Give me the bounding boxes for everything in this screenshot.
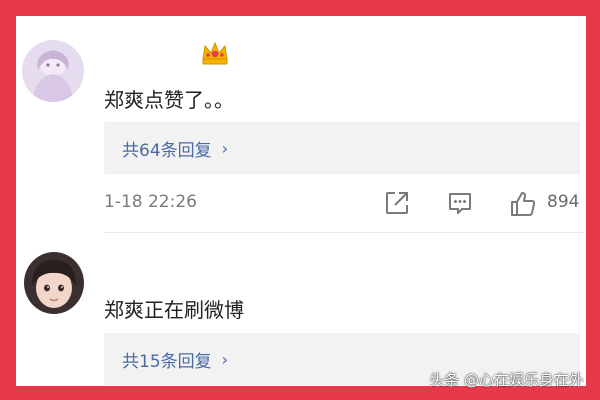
share-icon[interactable] [384,190,410,216]
avatar[interactable] [24,252,84,314]
cropped-toolbar-strip [380,0,520,4]
comment-text: 郑爽点赞了。。 [104,88,234,112]
replies-count-label: 共15条回复 [122,351,212,372]
like-count: 894 [547,192,580,212]
watermark: 头条 @心在娱乐身在外 [429,371,584,389]
comment-text: 郑爽正在刷微博 [104,298,244,322]
view-replies-button[interactable]: 共64条回复 › [104,122,580,174]
chevron-right-icon: › [221,349,229,369]
comment-meta-row: 1-18 22:26 894 [104,190,580,218]
comment-icon[interactable] [447,190,473,216]
timestamp: 1-18 22:26 [104,192,197,212]
replies-count-label: 共64条回复 [122,140,212,161]
chevron-right-icon: › [221,138,229,158]
avatar[interactable] [22,40,84,102]
thumbs-up-icon[interactable] [509,190,537,218]
crown-badge-icon [202,41,228,65]
comment-divider [104,232,584,233]
